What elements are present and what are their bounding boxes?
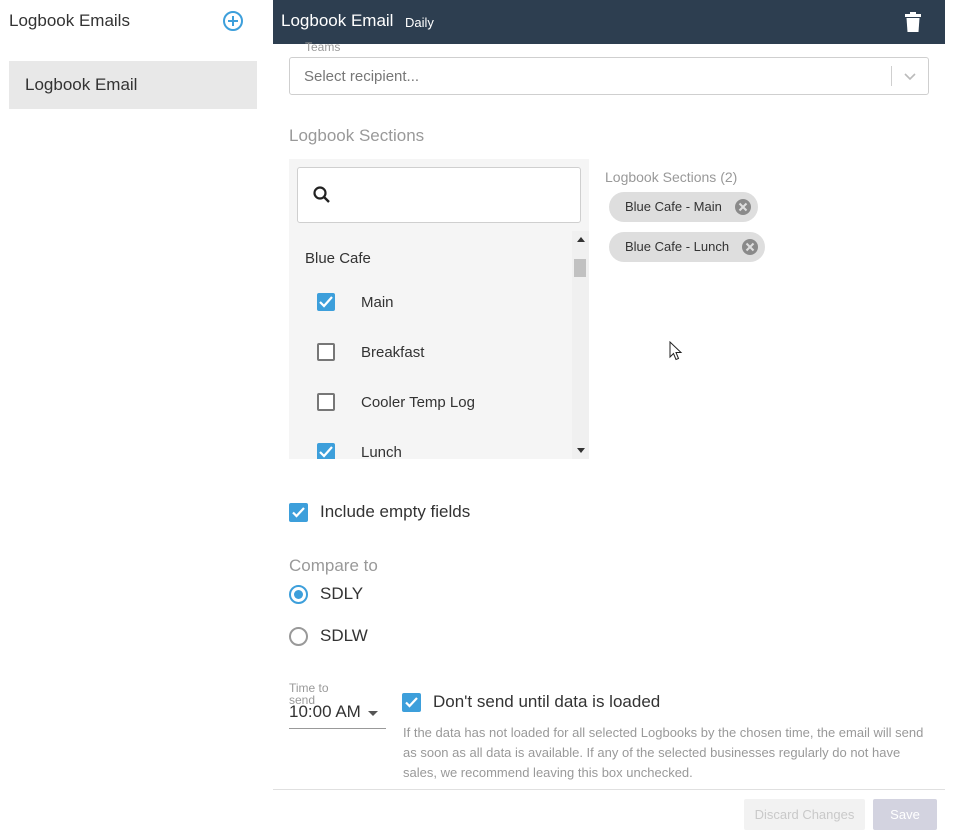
option-label: Lunch [361, 444, 402, 459]
check-icon [319, 446, 333, 458]
remove-chip-icon[interactable] [734, 198, 752, 216]
radio-label: SDLW [320, 626, 368, 645]
checkbox-checked[interactable] [289, 503, 308, 522]
section-search-input[interactable] [297, 167, 581, 223]
sidebar: Logbook Emails Logbook Email [0, 0, 265, 831]
section-picker: Blue Cafe Main Breakfast Cooler Temp Log… [289, 159, 589, 459]
search-icon [313, 186, 330, 203]
checkbox-checked[interactable] [317, 293, 335, 311]
scroll-thumb[interactable] [574, 259, 586, 277]
option-label: Main [361, 294, 394, 311]
footer-divider [273, 789, 945, 790]
scroll-down-arrow-icon[interactable] [577, 448, 585, 453]
caret-down-icon [368, 711, 378, 716]
include-empty-fields-label: Include empty fields [320, 502, 471, 521]
delete-button[interactable] [905, 12, 921, 32]
time-value: 10:00 AM [289, 702, 361, 721]
check-icon [292, 507, 305, 518]
radio-label: SDLY [320, 584, 364, 603]
add-logbook-email-button[interactable] [222, 10, 244, 32]
remove-chip-icon[interactable] [741, 238, 759, 256]
mouse-cursor-icon [669, 341, 683, 361]
scroll-up-arrow-icon[interactable] [577, 237, 585, 242]
option-label: Breakfast [361, 344, 425, 361]
logbook-sections-title: Logbook Sections [289, 126, 425, 145]
selected-sections-title: Logbook Sections (2) [605, 169, 738, 185]
recipient-placeholder: Select recipient... [304, 68, 420, 85]
page-title: Logbook Email [281, 11, 394, 30]
check-icon [319, 296, 333, 308]
plus-circle-icon [223, 11, 243, 31]
select-separator [891, 66, 892, 86]
teams-label: Teams [305, 40, 341, 54]
sidebar-item-logbook-email[interactable]: Logbook Email [9, 61, 257, 109]
save-button[interactable]: Save [873, 799, 937, 830]
chip-label: Blue Cafe - Main [625, 199, 722, 214]
group-label: Blue Cafe [305, 250, 371, 267]
trash-icon [905, 12, 921, 32]
radio-unselected[interactable] [289, 627, 308, 646]
frequency-label: Daily [405, 15, 434, 30]
sidebar-title: Logbook Emails [9, 11, 130, 30]
check-icon [405, 697, 418, 708]
picker-scrollbar[interactable] [572, 231, 589, 459]
checkbox-unchecked[interactable] [317, 393, 335, 411]
chevron-down-icon[interactable] [903, 70, 917, 82]
radio-selected[interactable] [289, 585, 308, 604]
checkbox-checked[interactable] [402, 693, 421, 712]
selected-chip: Blue Cafe - Lunch [609, 232, 766, 262]
checkbox-checked[interactable] [317, 443, 335, 459]
dont-send-note: If the data has not loaded for all selec… [403, 725, 924, 780]
checkbox-unchecked[interactable] [317, 343, 335, 361]
dont-send-label: Don't send until data is loaded [433, 692, 661, 711]
chip-label: Blue Cafe - Lunch [625, 239, 730, 254]
option-label: Cooler Temp Log [361, 394, 475, 411]
time-to-send-select[interactable]: 10:00 AM [289, 702, 386, 729]
discard-changes-button[interactable]: Discard Changes [744, 799, 865, 830]
selected-chip: Blue Cafe - Main [609, 192, 758, 222]
compare-to-title: Compare to [289, 556, 378, 575]
recipient-select[interactable]: Select recipient... [289, 57, 929, 95]
header-bar: Logbook Email Daily [273, 0, 945, 44]
